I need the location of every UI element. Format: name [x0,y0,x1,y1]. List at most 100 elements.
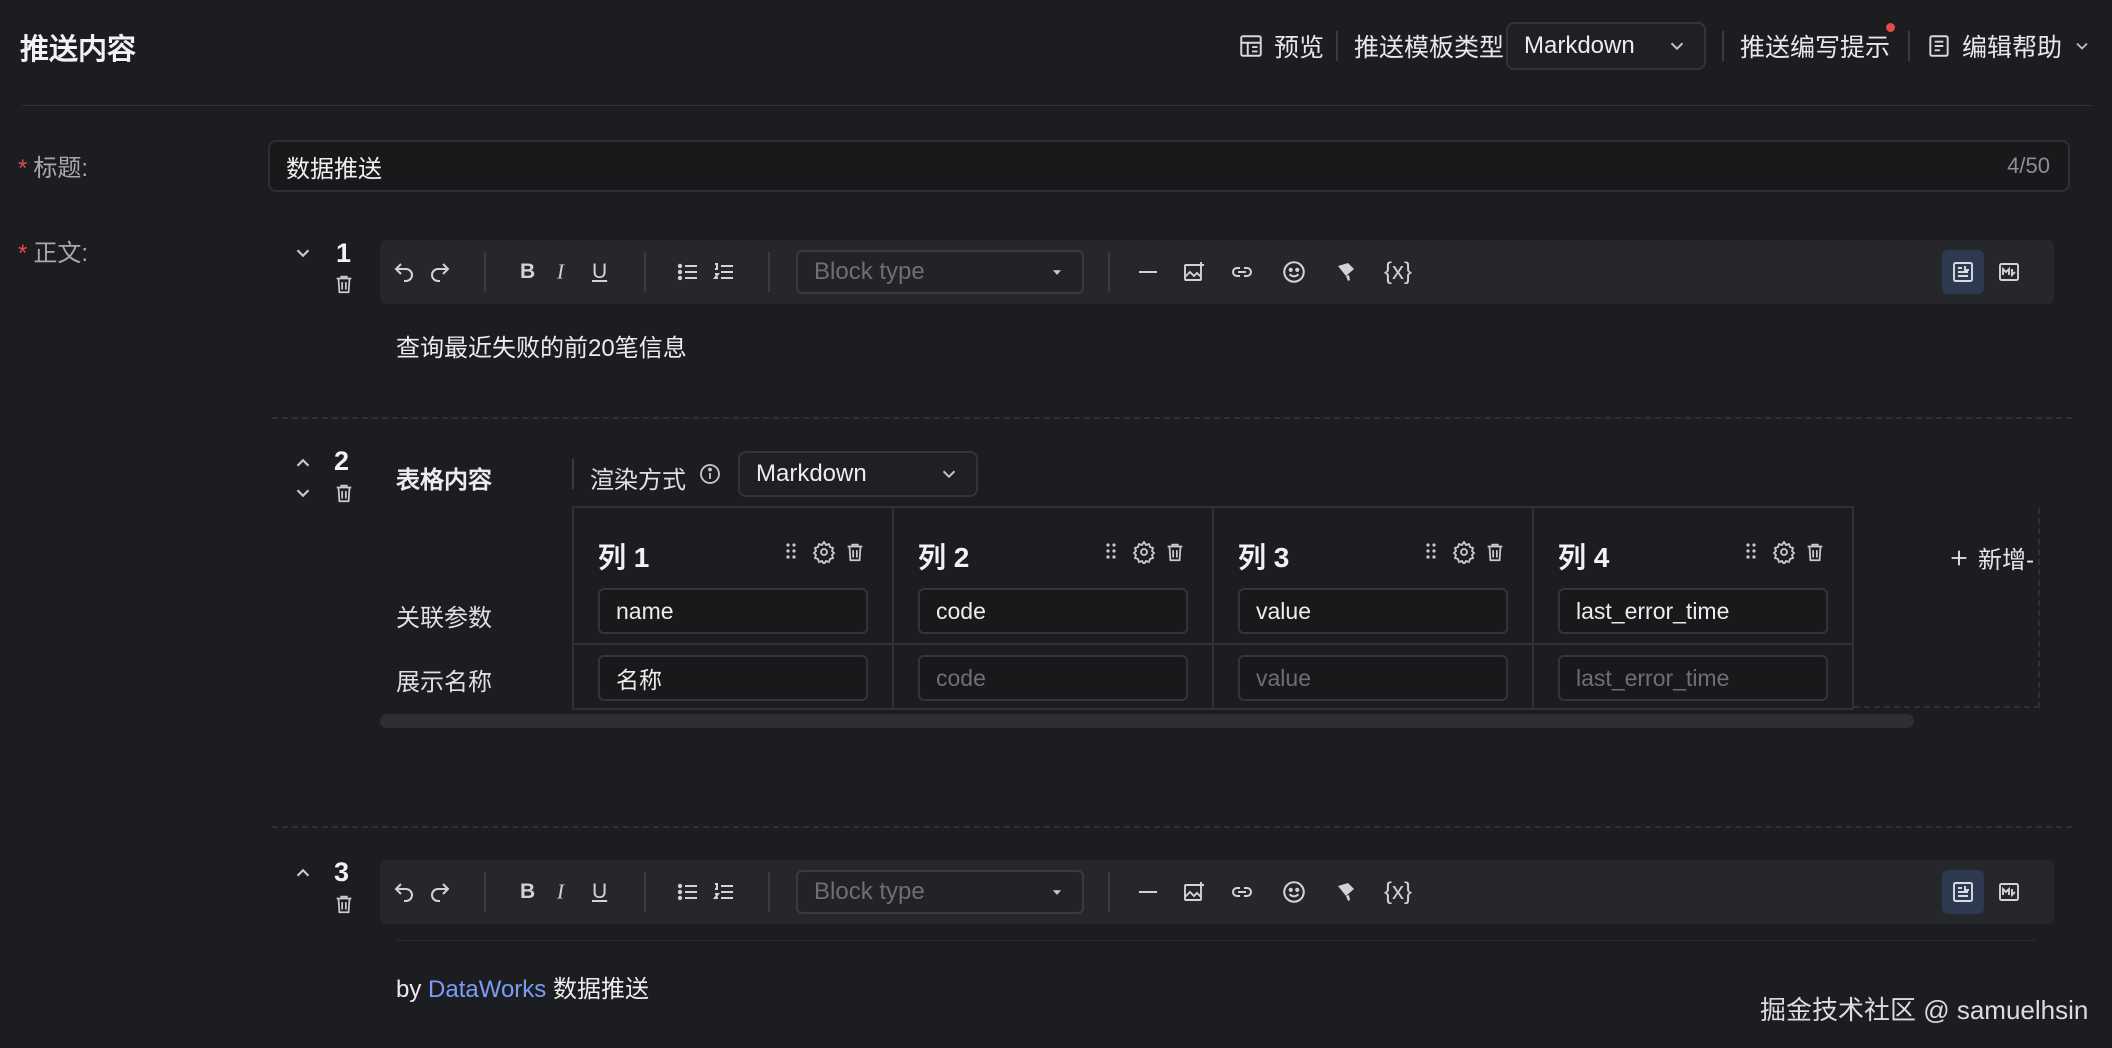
underline-icon[interactable]: U [592,260,607,284]
trash-icon[interactable] [1804,540,1826,564]
content-prefix: by [396,976,422,1003]
trash-icon [333,481,355,505]
row-label-display: 展示名称 [396,669,492,696]
bullet-list-icon[interactable] [676,260,700,284]
horizontal-scrollbar[interactable] [380,714,1914,728]
display-name-input[interactable]: 名称 [598,655,868,701]
block-content[interactable]: by DataWorks 数据推送 [396,969,649,1004]
move-up-button[interactable] [292,452,314,474]
delete-block-button[interactable] [333,892,355,916]
delete-block-button[interactable] [333,481,355,505]
edit-help-button[interactable]: 编辑帮助 [1926,28,2092,64]
block-type-select[interactable]: Block type [796,870,1084,914]
image-icon[interactable] [1182,260,1206,284]
bullet-list-icon[interactable] [676,880,700,904]
toolbar-divider [768,252,770,292]
move-up-button[interactable] [292,862,314,884]
param-input[interactable]: last_error_time [1558,588,1828,634]
block-number: 2 [334,446,350,476]
gear-icon[interactable] [812,540,836,564]
toolbar-divider [1108,252,1110,292]
writing-tips-button[interactable]: 推送编写提示 [1740,28,1890,64]
add-column-button[interactable]: 新增- [1948,540,2034,575]
collapse-down-button[interactable] [292,242,314,264]
link-icon[interactable] [1230,880,1254,904]
block-number: 3 [334,857,350,887]
markdown-mode-button[interactable] [1988,250,2030,294]
italic-icon[interactable]: I [557,880,564,905]
italic-icon[interactable]: I [557,260,564,285]
image-icon[interactable] [1182,880,1206,904]
horizontal-rule-icon[interactable] [1136,880,1160,904]
block-number: 1 [336,238,352,268]
underline-icon[interactable]: U [592,880,607,904]
emoji-icon[interactable] [1281,879,1307,905]
title-input[interactable]: 数据推送 4/50 [268,140,2070,192]
bold-icon[interactable]: B [520,880,535,904]
column-divider [892,506,894,710]
horizontal-rule-icon[interactable] [1136,260,1160,284]
info-icon[interactable] [698,462,722,486]
drag-handle-icon[interactable] [784,540,798,562]
move-down-button[interactable] [292,482,314,504]
emoji-icon[interactable] [1281,259,1307,285]
param-input[interactable]: name [598,588,868,634]
body-label-text: 正文: [33,240,89,267]
gear-icon[interactable] [1452,540,1476,564]
redo-icon[interactable] [428,260,452,284]
trash-icon[interactable] [844,540,866,564]
header-divider [1722,31,1724,61]
add-column-label: 新增- [1978,547,2034,574]
undo-icon[interactable] [392,260,416,284]
template-type-select[interactable]: Markdown [1506,22,1706,70]
trash-icon [333,272,355,296]
render-mode-select[interactable]: Markdown [738,451,978,497]
dataworks-link[interactable]: DataWorks [428,976,546,1003]
display-name-input[interactable]: last_error_time [1558,655,1828,701]
display-name-input[interactable]: code [918,655,1188,701]
bold-icon[interactable]: B [520,260,535,284]
variable-icon[interactable]: {x} [1384,258,1412,286]
add-column-area [1854,508,2040,708]
ordered-list-icon[interactable] [712,880,736,904]
row-label-param: 关联参数 [396,605,492,632]
param-input[interactable]: code [918,588,1188,634]
drag-handle-icon[interactable] [1744,540,1758,562]
display-name-input[interactable]: value [1238,655,1508,701]
drag-handle-icon[interactable] [1424,540,1438,562]
body-field-label: * 正文: [18,233,88,268]
variable-icon[interactable]: {x} [1384,878,1412,906]
link-icon[interactable] [1230,260,1254,284]
header-separator [22,105,2092,106]
markdown-mode-button[interactable] [1988,870,2030,914]
rich-text-mode-button[interactable] [1942,250,1984,294]
highlight-icon[interactable] [1334,880,1358,904]
title-label-text: 标题: [33,155,89,182]
rich-text-mode-button[interactable] [1942,870,1984,914]
ordered-list-icon[interactable] [712,260,736,284]
delete-block-button[interactable] [333,272,355,296]
render-mode-label: 渲染方式 [590,467,686,494]
block-type-placeholder: Block type [814,878,925,905]
title-field-label: * 标题: [18,148,88,183]
undo-icon[interactable] [392,880,416,904]
preview-button[interactable]: 预览 [1238,28,1324,64]
highlight-icon[interactable] [1334,260,1358,284]
drag-handle-icon[interactable] [1104,540,1118,562]
trash-icon[interactable] [1164,540,1186,564]
trash-icon [333,892,355,916]
caret-down-icon [1050,265,1064,279]
column-divider [1532,506,1534,710]
toolbar-divider [644,252,646,292]
gear-icon[interactable] [1772,540,1796,564]
toolbar-divider [644,872,646,912]
trash-icon[interactable] [1484,540,1506,564]
block-content[interactable]: 查询最近失败的前20笔信息 [396,328,687,363]
redo-icon[interactable] [428,880,452,904]
editor-toolbar: B I U Block type {x} [380,240,2054,304]
template-type-value: Markdown [1524,32,1635,59]
block-type-select[interactable]: Block type [796,250,1084,294]
param-input[interactable]: value [1238,588,1508,634]
plus-icon [1948,547,1970,569]
gear-icon[interactable] [1132,540,1156,564]
